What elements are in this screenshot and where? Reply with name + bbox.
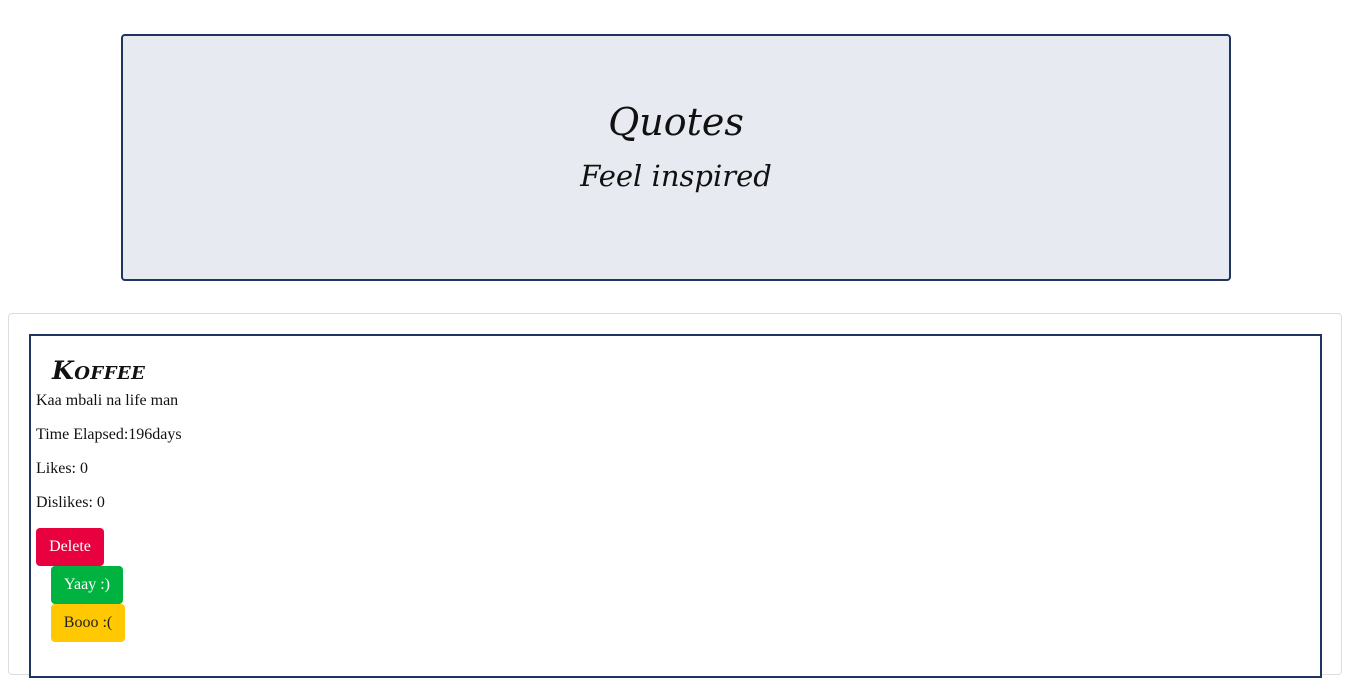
quote-card: Koffee Kaa mbali na life man Time Elapse… bbox=[29, 334, 1322, 678]
quote-author: Koffee bbox=[52, 356, 146, 385]
dislikes-count: Dislikes: 0 bbox=[36, 494, 105, 511]
time-elapsed: Time Elapsed:196days bbox=[36, 426, 182, 443]
upvote-button[interactable]: Yaay :) bbox=[51, 566, 123, 604]
delete-button[interactable]: Delete bbox=[36, 528, 104, 566]
downvote-button[interactable]: Booo :( bbox=[51, 604, 125, 642]
likes-count: Likes: 0 bbox=[36, 460, 88, 477]
page-subtitle: Feel inspired bbox=[580, 159, 772, 193]
quote-text: Kaa mbali na life man bbox=[36, 392, 179, 409]
page-title: Quotes bbox=[608, 100, 744, 144]
header-banner: Quotes Feel inspired bbox=[121, 34, 1231, 281]
